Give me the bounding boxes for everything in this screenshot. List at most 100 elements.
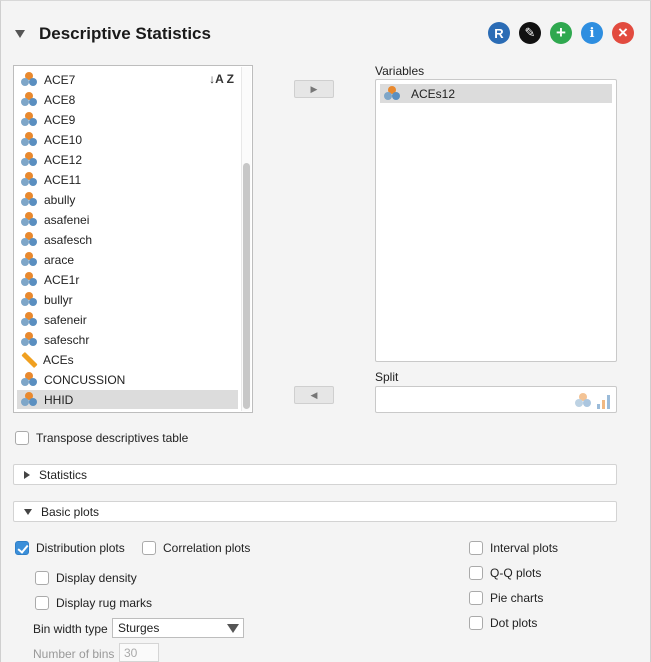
- variable-list-item[interactable]: ACE10: [17, 130, 238, 149]
- analysis-panel: Descriptive Statistics R ✎ + i × ACE7 ACE…: [0, 0, 651, 662]
- display-density-option[interactable]: Display density: [35, 571, 137, 585]
- variable-list-item[interactable]: ACE12: [17, 150, 238, 169]
- split-target-box[interactable]: [375, 386, 617, 413]
- collapse-triangle-icon[interactable]: [15, 30, 25, 38]
- nominal-variable-icon: [21, 92, 38, 107]
- bin-width-type-select[interactable]: Sturges: [112, 618, 244, 638]
- number-of-bins-input[interactable]: 30: [119, 643, 159, 662]
- pie-charts-checkbox[interactable]: [469, 591, 483, 605]
- nominal-variable-icon: [21, 112, 38, 127]
- nominal-variable-icon: [21, 152, 38, 167]
- nominal-variable-icon: [21, 272, 38, 287]
- variables-target-box[interactable]: ACEs12: [375, 79, 617, 362]
- variable-list-item[interactable]: ACE11: [17, 170, 238, 189]
- panel-header[interactable]: Descriptive Statistics: [15, 23, 211, 45]
- move-to-variables-button[interactable]: ▶: [294, 80, 334, 98]
- nominal-variable-icon: [21, 212, 38, 227]
- close-icon[interactable]: ×: [612, 22, 634, 44]
- pie-charts-label: Pie charts: [490, 591, 544, 605]
- distribution-plots-label: Distribution plots: [36, 541, 125, 555]
- nominal-variable-icon: [21, 292, 38, 307]
- variable-label: asafenei: [44, 212, 90, 227]
- variable-label: ACE7: [44, 72, 76, 87]
- section-statistics-label: Statistics: [39, 467, 88, 482]
- variable-list-item[interactable]: asafenei: [17, 210, 238, 229]
- variable-list-item[interactable]: ACE7: [17, 70, 238, 89]
- transpose-option[interactable]: Transpose descriptives table: [15, 431, 188, 445]
- variable-list-item[interactable]: ACE8: [17, 90, 238, 109]
- section-basic-plots[interactable]: Basic plots: [13, 501, 617, 522]
- dot-plots-option[interactable]: Dot plots: [469, 616, 537, 630]
- pie-charts-option[interactable]: Pie charts: [469, 591, 543, 605]
- bin-width-type-value: Sturges: [118, 621, 160, 635]
- variable-list-item[interactable]: bullyr: [17, 290, 238, 309]
- edit-icon[interactable]: ✎: [519, 22, 541, 44]
- display-density-label: Display density: [56, 571, 137, 585]
- nominal-variable-icon: [21, 132, 38, 147]
- display-rug-marks-label: Display rug marks: [56, 596, 153, 610]
- number-of-bins-label: Number of bins: [33, 647, 115, 661]
- arrow-left-icon: ◀: [310, 389, 318, 400]
- variable-label: asafesch: [44, 232, 93, 247]
- dropdown-caret-icon: [227, 624, 239, 633]
- variable-list-item[interactable]: CONCUSSION: [17, 370, 238, 389]
- display-rug-marks-checkbox[interactable]: [35, 596, 49, 610]
- variable-list-item[interactable]: abully: [17, 190, 238, 209]
- variable-list-item[interactable]: HHID: [17, 390, 238, 409]
- source-variables-list[interactable]: ACE7 ACE8 ACE9 ACE10 ACE12 ACE11 abully asafene…: [13, 65, 253, 413]
- dot-plots-checkbox[interactable]: [469, 616, 483, 630]
- correlation-plots-label: Correlation plots: [163, 541, 251, 555]
- variable-label: CONCUSSION: [44, 372, 126, 387]
- dot-plots-label: Dot plots: [490, 616, 538, 630]
- move-to-split-button[interactable]: ◀: [294, 386, 334, 404]
- qq-plots-option[interactable]: Q-Q plots: [469, 566, 541, 580]
- scrollbar-thumb[interactable]: [243, 163, 250, 409]
- variable-label: ACE8: [44, 92, 76, 107]
- section-statistics[interactable]: Statistics: [13, 464, 617, 485]
- variable-list-item[interactable]: ACE1r: [17, 270, 238, 289]
- variable-list-item[interactable]: arace: [17, 250, 238, 269]
- nominal-variable-icon: [21, 232, 38, 247]
- r-icon[interactable]: R: [488, 22, 510, 44]
- page-title: Descriptive Statistics: [39, 24, 211, 43]
- nominal-variable-icon: [21, 372, 38, 387]
- nominal-variable-hint-icon: [575, 393, 592, 408]
- number-of-bins-value: 30: [124, 645, 138, 660]
- collapse-triangle-icon: [24, 508, 32, 515]
- distribution-plots-checkbox[interactable]: [15, 541, 29, 555]
- nominal-variable-icon: [21, 72, 38, 87]
- info-icon[interactable]: i: [581, 22, 603, 44]
- variables-list-scrollbar[interactable]: [241, 67, 251, 411]
- variable-label: ACE12: [44, 152, 83, 167]
- nominal-variable-icon: [21, 252, 38, 267]
- qq-plots-checkbox[interactable]: [469, 566, 483, 580]
- transpose-checkbox[interactable]: [15, 431, 29, 445]
- nominal-variable-icon: [21, 392, 38, 407]
- variable-list-item[interactable]: safeschr: [17, 330, 238, 349]
- variable-list-item[interactable]: ACEs: [17, 350, 238, 369]
- header-toolbar: R ✎ + i ×: [488, 22, 634, 44]
- add-icon[interactable]: +: [550, 22, 572, 44]
- correlation-plots-option[interactable]: Correlation plots: [142, 541, 250, 555]
- nominal-variable-icon: [21, 192, 38, 207]
- display-rug-marks-option[interactable]: Display rug marks: [35, 596, 152, 610]
- correlation-plots-checkbox[interactable]: [142, 541, 156, 555]
- interval-plots-checkbox[interactable]: [469, 541, 483, 555]
- expand-triangle-icon: [24, 470, 30, 479]
- interval-plots-label: Interval plots: [490, 541, 559, 555]
- transpose-label: Transpose descriptives table: [36, 431, 189, 445]
- variable-list-item[interactable]: ACE9: [17, 110, 238, 129]
- bin-width-type-label: Bin width type: [33, 622, 108, 636]
- section-basic-plots-label: Basic plots: [41, 504, 100, 519]
- sort-alphabetical-button[interactable]: ↓A Z: [209, 72, 234, 86]
- arrow-right-icon: ▶: [310, 83, 318, 94]
- interval-plots-option[interactable]: Interval plots: [469, 541, 558, 555]
- variable-label: ACEs: [43, 352, 74, 367]
- display-density-checkbox[interactable]: [35, 571, 49, 585]
- nominal-variable-icon: [21, 312, 38, 327]
- distribution-plots-option[interactable]: Distribution plots: [15, 541, 125, 555]
- variable-list-item[interactable]: safeneir: [17, 310, 238, 329]
- variables-list-viewport: ACE7 ACE8 ACE9 ACE10 ACE12 ACE11 abully asafene…: [14, 66, 240, 412]
- assigned-variable[interactable]: ACEs12: [380, 84, 612, 103]
- variable-list-item[interactable]: asafesch: [17, 230, 238, 249]
